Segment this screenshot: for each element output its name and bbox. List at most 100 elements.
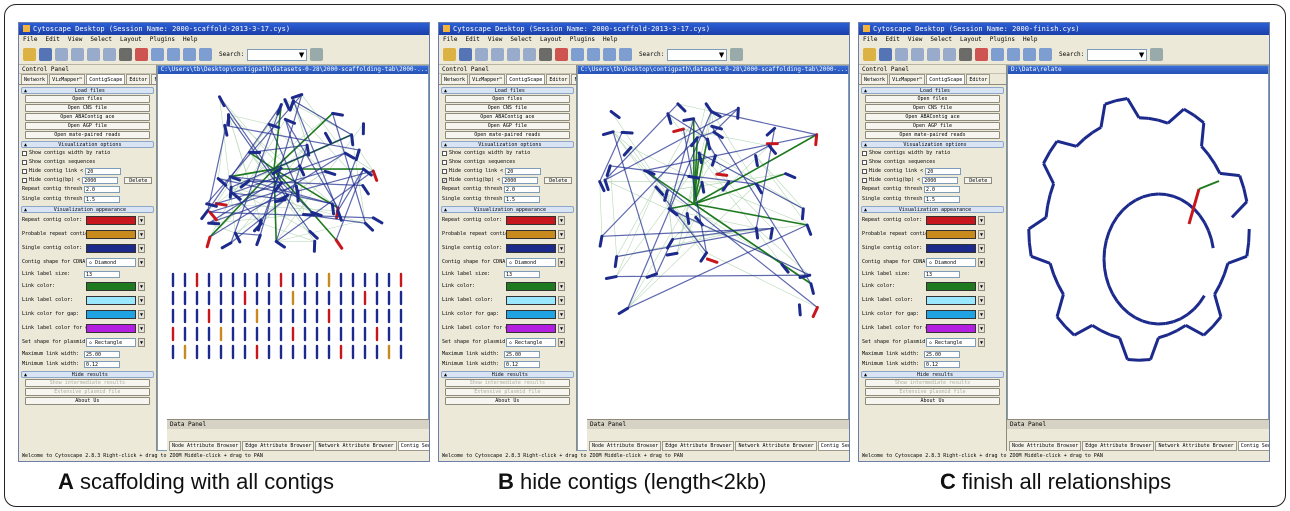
tab-network-attribute-browser[interactable]: Network Attribute Browser [735,441,817,451]
hide-link-option[interactable]: Hide contig link <20 [442,167,573,175]
hide-contig-option[interactable]: ✓ Hide contig(bp) <2000 Delete [442,176,573,184]
menu-help[interactable]: Help [183,36,197,43]
section-hide-results[interactable]: ▲ Hide results [861,371,1004,378]
show-sequences-option[interactable]: Show contigs sequences [442,158,573,166]
min-width-input[interactable]: 0.12 [924,361,960,368]
link-label-color-swatch[interactable] [926,296,976,305]
hide-link-option-checkbox[interactable] [442,168,447,174]
save-icon[interactable] [459,48,472,61]
plasmid-shape-dropdown-icon[interactable]: ▼ [138,338,145,347]
dropdown-arrow-icon[interactable]: ▼ [719,51,724,59]
link-gap-color-swatch[interactable] [86,310,136,319]
menu-help[interactable]: Help [603,36,617,43]
menu-edit[interactable]: Edit [465,36,479,43]
delete-button[interactable]: Delete [964,176,993,184]
zoom-selected-icon[interactable] [507,48,520,61]
menu-view[interactable]: View [488,36,502,43]
button-open-files[interactable]: Open files [25,95,150,103]
about-button[interactable]: About Us [445,397,570,405]
menu-file[interactable]: File [23,36,37,43]
button-open-mate-paired-reads[interactable]: Open mate-paired reads [25,131,150,139]
section-visualization-appearance[interactable]: ▲ Visualization appearance [441,206,574,213]
link-label-size-input[interactable]: 13 [84,271,120,278]
section-hide-results[interactable]: ▲ Hide results [21,371,154,378]
button-show-intermediate-results[interactable]: Show intermediate results [25,379,150,387]
max-width-input[interactable]: 25.00 [504,351,540,358]
show-sequences-option[interactable]: Show contigs sequences [22,158,153,166]
probable-color-swatch[interactable] [506,230,556,239]
link-label-gap-color-swatch[interactable] [86,324,136,333]
section-load[interactable]: ▲ Load files [861,87,1004,94]
hide-contig-option[interactable]: Hide contig(bp) <2000 Delete [22,176,153,184]
link-label-color-dropdown-icon[interactable]: ▼ [138,296,145,305]
menu-help[interactable]: Help [1023,36,1037,43]
network-graph[interactable] [158,74,420,364]
layout-icon[interactable] [135,48,148,61]
button-extensive-plasmid-file[interactable]: Extensive plasmid file [445,388,570,396]
search-button[interactable] [1150,48,1164,61]
delete-button[interactable]: Delete [124,176,153,184]
hide-contig-input[interactable]: 2000 [502,176,539,184]
section-visualization-options[interactable]: ▲ Visualization options [21,141,154,148]
network-canvas[interactable]: D:\Data\relate [1007,65,1269,451]
menu-layout[interactable]: Layout [960,36,982,43]
link-label-gap-color-swatch[interactable] [506,324,556,333]
button-open-cns-file[interactable]: Open CNS file [865,104,1000,112]
single-color-dropdown-icon[interactable]: ▼ [978,244,985,253]
open-icon[interactable] [863,48,876,61]
create-network-icon[interactable] [167,48,180,61]
about-button[interactable]: About Us [865,397,1000,405]
link-gap-color-dropdown-icon[interactable]: ▼ [138,310,145,319]
zoom-fit-icon[interactable] [103,48,116,61]
zoom-in-icon[interactable] [895,48,908,61]
tab-network[interactable]: Network [441,74,469,84]
button-open-mate-paired-reads[interactable]: Open mate-paired reads [865,131,1000,139]
button-extensive-plasmid-file[interactable]: Extensive plasmid file [865,388,1000,396]
hide-contig-input[interactable]: 2000 [922,176,959,184]
network-icon[interactable] [151,48,164,61]
repeat-color-swatch[interactable] [926,216,976,225]
button-open-files[interactable]: Open files [445,95,570,103]
link-color-swatch[interactable] [926,282,976,291]
tab-contig-sequences[interactable]: Contig Sequences [397,441,429,451]
contig-shape-select[interactable]: ◇ Diamond [926,258,976,267]
hide-link-input[interactable]: 20 [925,167,962,175]
new-network-icon[interactable] [1023,48,1036,61]
section-visualization-appearance[interactable]: ▲ Visualization appearance [21,206,154,213]
search-input[interactable]: ▼ [1087,48,1148,61]
probable-color-swatch[interactable] [86,230,136,239]
hide-contig-input[interactable]: 2000 [82,176,119,184]
menu-layout[interactable]: Layout [540,36,562,43]
link-label-color-dropdown-icon[interactable]: ▼ [558,296,565,305]
single-color-dropdown-icon[interactable]: ▼ [558,244,565,253]
button-open-abacontig-ace[interactable]: Open ABAContig ace [25,113,150,121]
delete-button[interactable]: Delete [544,176,573,184]
link-color-swatch[interactable] [506,282,556,291]
button-show-intermediate-results[interactable]: Show intermediate results [865,379,1000,387]
about-button[interactable]: About Us [25,397,150,405]
tab-edge-attribute-browser[interactable]: Edge Attribute Browser [242,441,315,451]
zoom-selected-icon[interactable] [927,48,940,61]
link-label-color-dropdown-icon[interactable]: ▼ [978,296,985,305]
menu-edit[interactable]: Edit [45,36,59,43]
link-label-color-swatch[interactable] [506,296,556,305]
hide-contig-option[interactable]: Hide contig(bp) <2000 Delete [862,176,1003,184]
single-color-swatch[interactable] [926,244,976,253]
zoom-in-icon[interactable] [475,48,488,61]
repeat-color-swatch[interactable] [506,216,556,225]
min-width-input[interactable]: 0.12 [84,361,120,368]
zoom-out-icon[interactable] [911,48,924,61]
tab-edge-attribute-browser[interactable]: Edge Attribute Browser [1082,441,1155,451]
button-open-agp-file[interactable]: Open AGP file [865,122,1000,130]
link-label-gap-color-dropdown-icon[interactable]: ▼ [978,324,985,333]
show-width-option-checkbox[interactable] [22,150,27,156]
tab-vizmapper[interactable]: VizMapper™ [49,74,86,84]
link-color-dropdown-icon[interactable]: ▼ [978,282,985,291]
button-open-abacontig-ace[interactable]: Open ABAContig ace [865,113,1000,121]
link-label-gap-color-dropdown-icon[interactable]: ▼ [138,324,145,333]
hide-link-input[interactable]: 20 [85,167,122,175]
hide-link-option-checkbox[interactable] [22,168,27,174]
contig-shape-dropdown-icon[interactable]: ▼ [558,258,565,267]
probable-color-swatch[interactable] [926,230,976,239]
hide-link-input[interactable]: 20 [505,167,542,175]
